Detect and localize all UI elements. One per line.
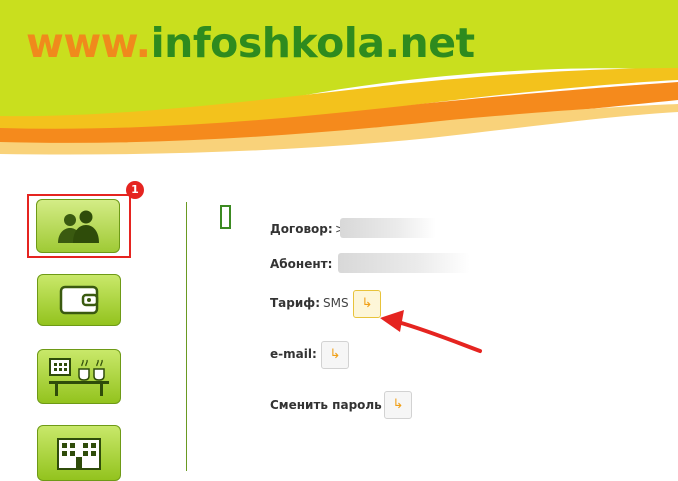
logo-prefix: www. xyxy=(26,19,151,67)
tariff-value: SMS xyxy=(323,296,349,310)
school-building-icon xyxy=(57,438,101,470)
subscriber-label: Абонент: xyxy=(270,257,333,271)
edit-arrow-icon: ↳ xyxy=(329,347,341,362)
nav-button-balance[interactable] xyxy=(37,274,121,326)
canteen-icon xyxy=(49,357,109,396)
change-password-button[interactable]: ↳ xyxy=(384,391,412,419)
tariff-label: Тариф: xyxy=(270,296,320,310)
site-logo[interactable]: www.infoshkola.net xyxy=(26,18,475,68)
edit-arrow-icon: ↳ xyxy=(392,397,404,412)
email-label: e-mail: xyxy=(270,347,317,361)
annotation-arrow-icon xyxy=(380,310,482,353)
content-divider xyxy=(186,202,187,471)
edit-arrow-icon: ↳ xyxy=(361,296,373,311)
wallet-icon xyxy=(59,285,99,315)
step-badge: 1 xyxy=(126,181,144,199)
nav-button-canteen[interactable] xyxy=(37,349,121,404)
contract-value-redacted xyxy=(340,218,436,238)
profile-highlight-frame xyxy=(27,194,131,258)
change-password-label: Сменить пароль xyxy=(270,398,382,412)
section-marker xyxy=(220,205,231,229)
nav-button-school[interactable] xyxy=(37,425,121,481)
logo-domain: infoshkola.net xyxy=(150,19,476,67)
edit-email-button[interactable]: ↳ xyxy=(321,341,349,369)
subscriber-value-redacted xyxy=(338,253,470,273)
header-banner: www.infoshkola.net xyxy=(0,0,678,160)
contract-label: Договор: xyxy=(270,222,333,236)
